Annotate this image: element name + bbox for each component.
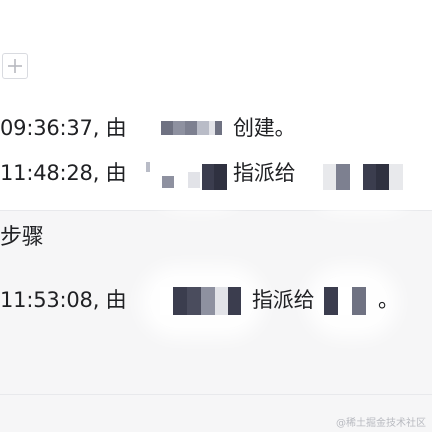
entry-action: 创建。 xyxy=(233,116,296,140)
watermark: @稀土掘金技术社区 xyxy=(336,418,426,429)
redacted-username xyxy=(160,287,241,315)
redacted-assignee xyxy=(323,164,403,190)
redacted-username xyxy=(162,176,174,188)
entry-action: 指派给 xyxy=(252,288,315,312)
divider xyxy=(0,210,432,211)
redacted-assignee xyxy=(324,287,366,315)
history-panel: 09:36:37, 由 创建。 11:48:28, 由 指派给 步骤 11:53… xyxy=(0,0,432,432)
entry-time: 11:48:28, 由 xyxy=(0,161,127,185)
entry-time: 09:36:37, 由 xyxy=(0,116,127,140)
entry-action: 指派给 xyxy=(233,161,296,185)
plus-icon xyxy=(8,59,22,73)
section-title: 步骤 xyxy=(0,225,44,250)
redacted-username xyxy=(146,162,150,190)
divider xyxy=(0,394,432,395)
entry-tail: 。 xyxy=(378,288,399,312)
redacted-username xyxy=(202,164,227,190)
redacted-username xyxy=(161,121,222,135)
redacted-username xyxy=(188,172,200,188)
add-button[interactable] xyxy=(2,53,28,79)
entry-time: 11:53:08, 由 xyxy=(0,288,127,312)
